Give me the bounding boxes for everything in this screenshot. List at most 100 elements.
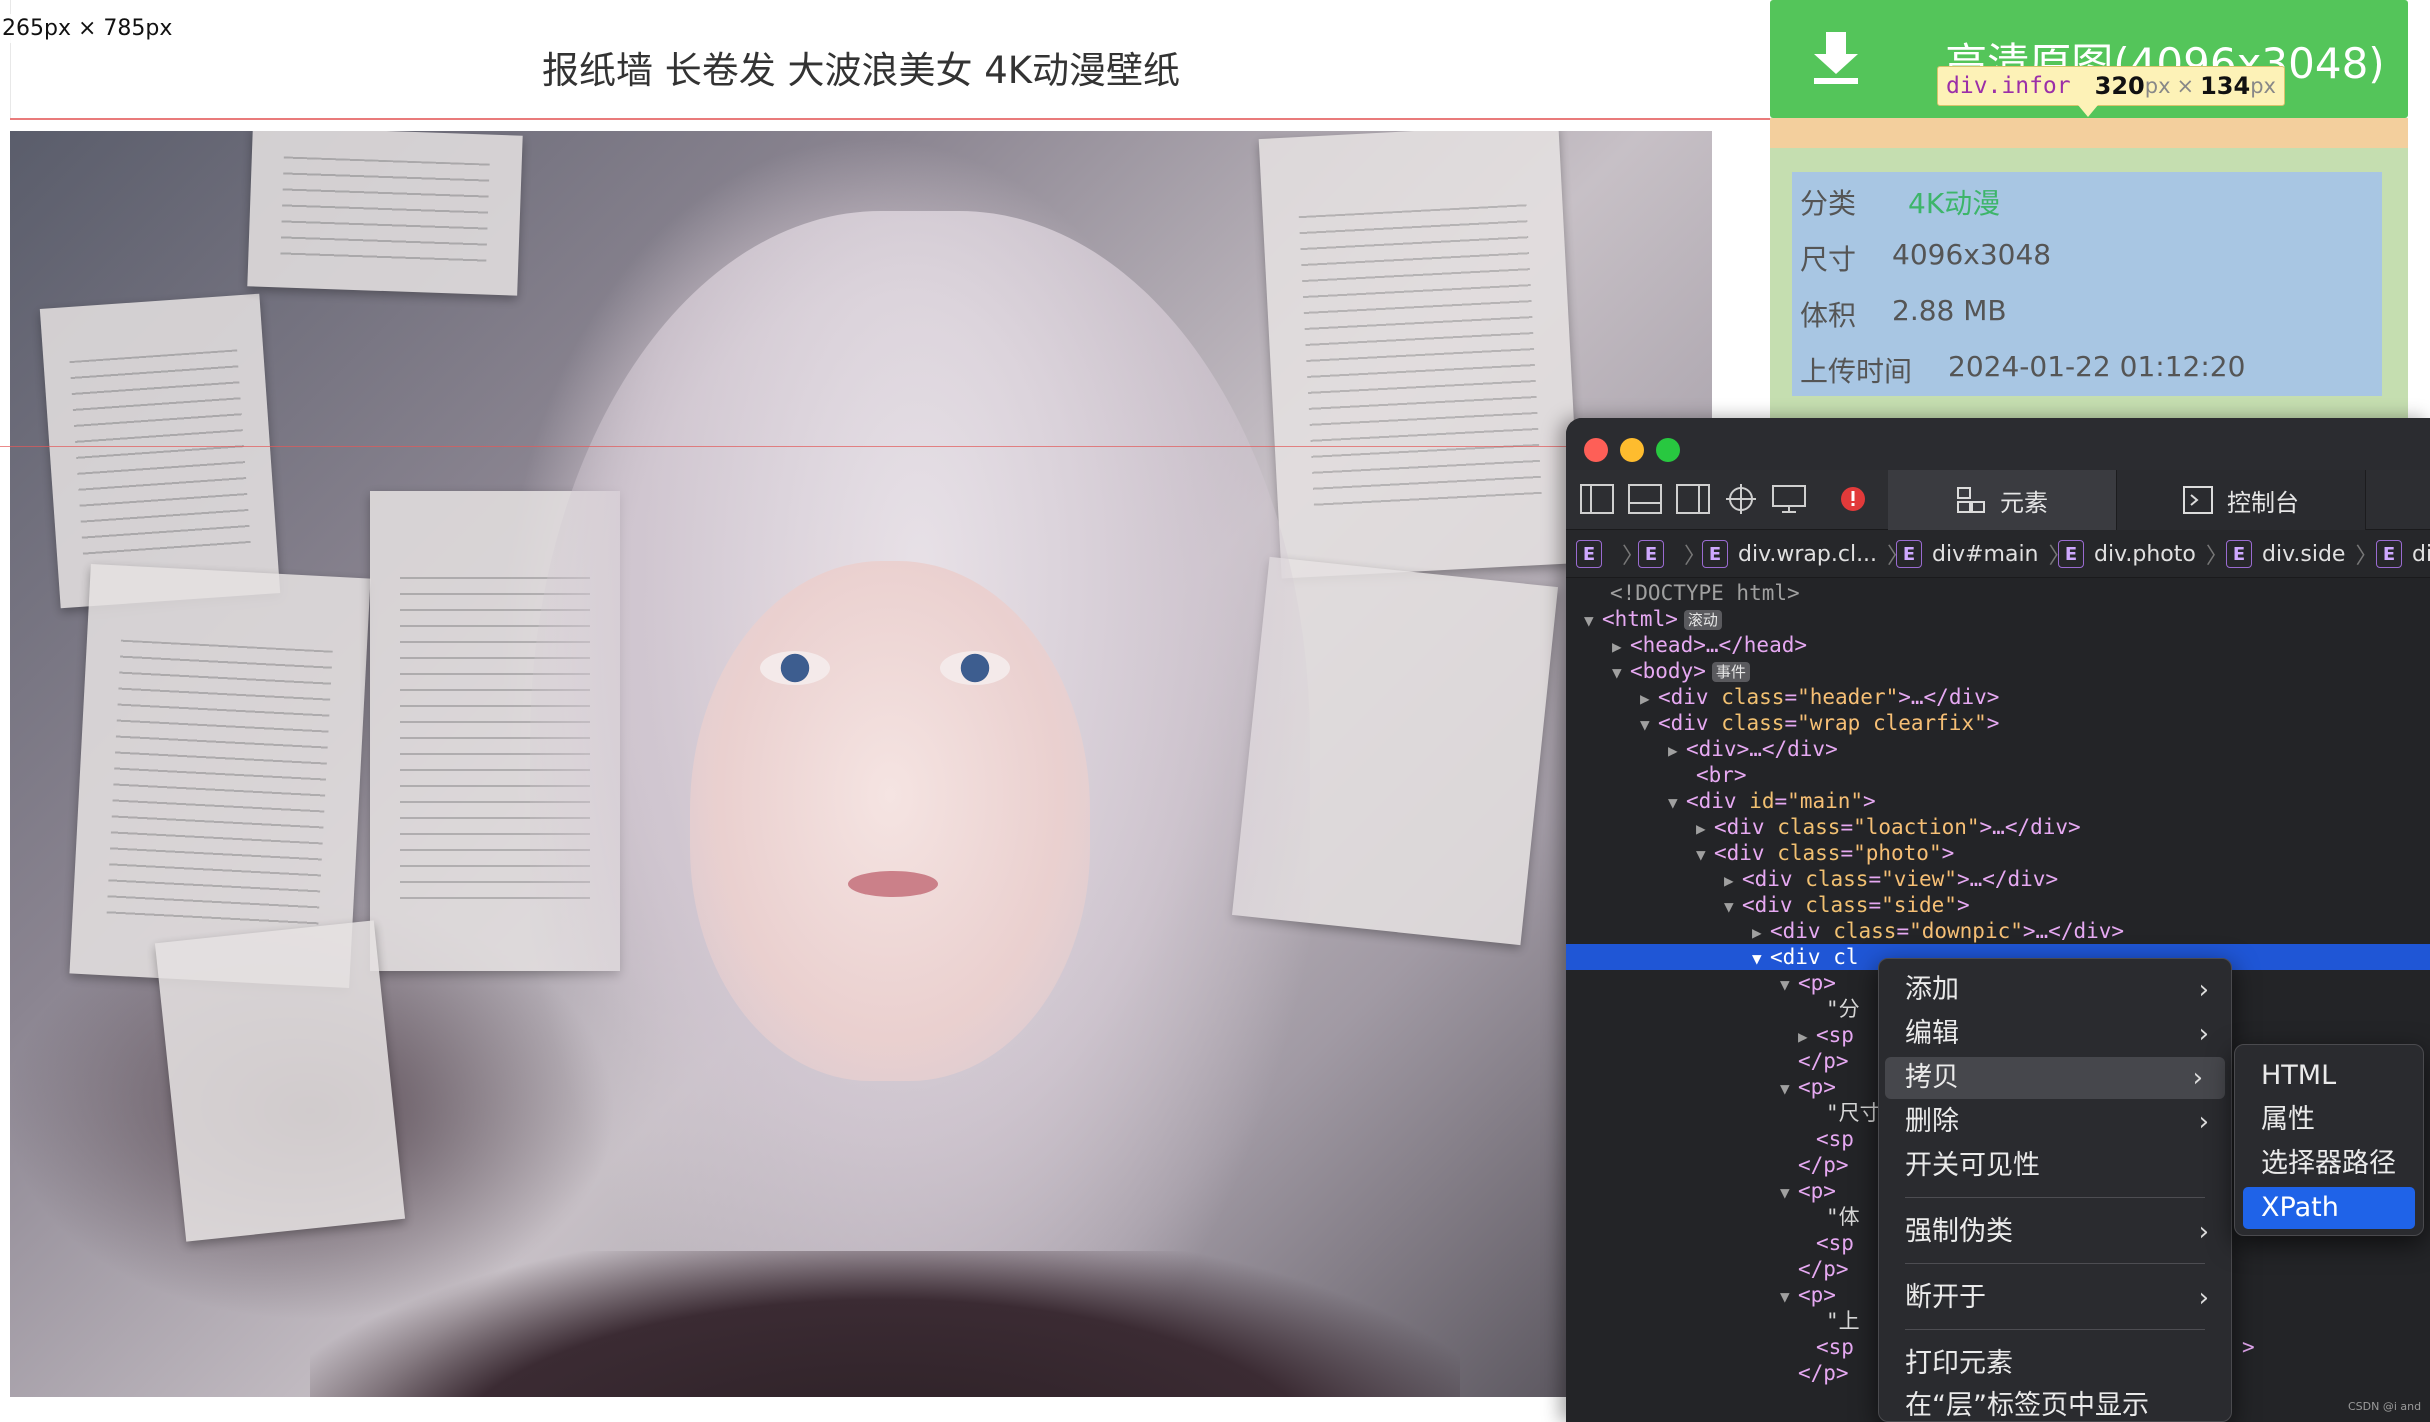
- elements-tab-icon: [1957, 487, 1985, 513]
- element-badge-icon: E: [2226, 540, 2252, 568]
- eye-shape: [760, 651, 830, 685]
- window-titlebar: [1566, 418, 2430, 470]
- submenu-item-html[interactable]: HTML: [2235, 1055, 2423, 1097]
- menu-item-break-on[interactable]: 断开于 ›: [1879, 1277, 2231, 1319]
- submenu-item-xpath[interactable]: XPath: [2243, 1187, 2415, 1229]
- breadcrumb-item-side[interactable]: Ediv.side 〉: [2226, 540, 2377, 569]
- device-screen-icon[interactable]: [1772, 484, 1806, 514]
- page-title: 报纸墙 长卷发 大波浪美女 4K动漫壁纸: [541, 49, 1181, 92]
- dom-node-header[interactable]: ▶ <div class="header">…</div>: [1566, 684, 2430, 710]
- watermark: CSDN @i and: [2348, 1400, 2422, 1413]
- dom-node-head[interactable]: ▶ <head>…</head>: [1566, 632, 2430, 658]
- console-tab-icon: [2183, 486, 2213, 514]
- info-value: 2024-01-22 01:12:20: [1948, 350, 2246, 383]
- dom-node-side[interactable]: ▼ <div class="side">: [1566, 892, 2430, 918]
- info-row-size: 尺寸 4096x3048: [1800, 238, 2051, 278]
- menu-item-log-element[interactable]: 打印元素: [1879, 1343, 2231, 1385]
- info-value: 2.88 MB: [1892, 294, 2007, 327]
- dom-node-div[interactable]: ▶ <div>…</div>: [1566, 736, 2430, 762]
- menu-separator: [1905, 1263, 2205, 1264]
- dock-left-icon[interactable]: [1580, 484, 1614, 514]
- dock-right-icon[interactable]: [1676, 484, 1710, 514]
- submenu-item-attributes[interactable]: 属性: [2235, 1099, 2423, 1141]
- dock-bottom-icon[interactable]: [1628, 484, 1662, 514]
- dom-node-html[interactable]: ▼ <html> 滚动: [1566, 606, 2430, 632]
- dom-node-body[interactable]: ▼ <body> 事件: [1566, 658, 2430, 684]
- wallpaper-image[interactable]: [10, 131, 1712, 1397]
- tooltip-arrow: [2078, 105, 2098, 117]
- info-row-category: 分类 4K动漫: [1800, 182, 2000, 222]
- tooltip-times: ×: [2176, 74, 2195, 98]
- scroll-badge[interactable]: 滚动: [1683, 610, 1722, 630]
- newspaper-clipping: [39, 293, 281, 609]
- dom-node-br[interactable]: <br>: [1566, 762, 2430, 788]
- breadcrumb-item[interactable]: E 〉: [1638, 540, 1706, 569]
- menu-item-show-in-layers[interactable]: 在“层”标签页中显示: [1879, 1385, 2231, 1422]
- element-badge-icon: E: [1896, 540, 1922, 568]
- menu-separator: [1905, 1329, 2205, 1330]
- dom-node-main[interactable]: ▼ <div id="main">: [1566, 788, 2430, 814]
- breadcrumb-item-wrap[interactable]: Ediv.wrap.cl... 〉: [1702, 540, 1909, 569]
- menu-item-delete[interactable]: 删除 ›: [1879, 1101, 2231, 1143]
- event-badge[interactable]: 事件: [1711, 662, 1750, 682]
- newspaper-clipping: [247, 131, 523, 296]
- infor-margin-highlight: [1770, 118, 2408, 148]
- chevron-right-icon: ›: [2192, 1063, 2203, 1093]
- submenu-item-selector-path[interactable]: 选择器路径: [2235, 1143, 2423, 1185]
- dom-node-wrap[interactable]: ▼ <div class="wrap clearfix">: [1566, 710, 2430, 736]
- tab-elements[interactable]: 元素: [1888, 470, 2116, 530]
- error-indicator-icon[interactable]: [1836, 484, 1870, 514]
- zoom-window-button[interactable]: [1656, 438, 1680, 462]
- menu-item-toggle-visibility[interactable]: 开关可见性: [1879, 1145, 2231, 1187]
- newspaper-clipping: [154, 920, 406, 1242]
- element-picker-icon[interactable]: [1724, 484, 1758, 514]
- breadcrumb-item-main[interactable]: Ediv#main 〉: [1896, 540, 2071, 569]
- element-badge-icon: E: [2376, 540, 2402, 568]
- info-key: 分类: [1800, 187, 1857, 220]
- info-value: 4096x3048: [1892, 238, 2052, 271]
- guide-line-horizontal: [10, 118, 1770, 120]
- element-badge-icon: E: [1638, 540, 1664, 568]
- inspector-tooltip: div.infor 320 px × 134 px: [1937, 66, 2285, 106]
- copy-submenu: HTML 属性 选择器路径 XPath: [2234, 1044, 2424, 1236]
- info-row-filesize: 体积 2.88 MB: [1800, 294, 2007, 334]
- element-badge-icon: E: [2058, 540, 2084, 568]
- dom-node-loaction[interactable]: ▶ <div class="loaction">…</div>: [1566, 814, 2430, 840]
- tooltip-width: 320: [2094, 72, 2145, 100]
- breadcrumb: E 〉 E 〉 Ediv.wrap.cl... 〉 Ediv#main 〉 Ediv.p…: [1566, 530, 2430, 578]
- chevron-right-icon: ›: [2198, 1283, 2209, 1313]
- breadcrumb-item-photo[interactable]: Ediv.photo 〉: [2058, 540, 2228, 569]
- menu-item-copy[interactable]: 拷贝 ›: [1885, 1057, 2225, 1099]
- face-shape: [690, 561, 1090, 1081]
- menu-separator: [1905, 1197, 2205, 1198]
- tab-console[interactable]: 控制台: [2116, 470, 2366, 530]
- tooltip-height: 134: [2200, 72, 2251, 100]
- category-link[interactable]: 4K动漫: [1908, 182, 2000, 222]
- tab-elements-label: 元素: [2000, 488, 2048, 517]
- close-window-button[interactable]: [1584, 438, 1608, 462]
- tooltip-unit: px: [2250, 74, 2276, 98]
- chevron-right-icon: ›: [2198, 1107, 2209, 1137]
- menu-item-add[interactable]: 添加 ›: [1879, 969, 2231, 1011]
- tooltip-unit: px: [2144, 74, 2171, 98]
- element-size-badge: 265px × 785px: [0, 14, 175, 43]
- tooltip-selector: div.infor: [1946, 73, 2071, 99]
- chevron-right-icon: ›: [2198, 975, 2209, 1005]
- info-key: 上传时间: [1800, 355, 1913, 388]
- dom-node-downpic[interactable]: ▶ <div class="downpic">…</div>: [1566, 918, 2430, 944]
- download-arrow-icon: [1814, 32, 1858, 84]
- breadcrumb-item[interactable]: E 〉: [1576, 540, 1644, 569]
- dom-node-doctype[interactable]: <!DOCTYPE html>: [1566, 580, 2430, 606]
- tab-console-label: 控制台: [2227, 488, 2299, 517]
- menu-item-edit[interactable]: 编辑 ›: [1879, 1013, 2231, 1055]
- element-badge-icon: E: [1702, 540, 1728, 568]
- breadcrumb-item-div[interactable]: Ediv: [2376, 540, 2430, 568]
- minimize-window-button[interactable]: [1620, 438, 1644, 462]
- guide-line-horizontal: [0, 446, 1570, 447]
- context-menu: 添加 › 编辑 › 拷贝 › 删除 › 开关可见性 强制伪类 › 断开于 › 打印元素 在“…: [1878, 958, 2232, 1422]
- devtools-toolbar: 元素 控制台: [1566, 470, 2430, 530]
- menu-item-force-state[interactable]: 强制伪类 ›: [1879, 1211, 2231, 1253]
- info-key: 尺寸: [1800, 243, 1857, 276]
- dom-node-photo[interactable]: ▼ <div class="photo">: [1566, 840, 2430, 866]
- dom-node-view[interactable]: ▶ <div class="view">…</div>: [1566, 866, 2430, 892]
